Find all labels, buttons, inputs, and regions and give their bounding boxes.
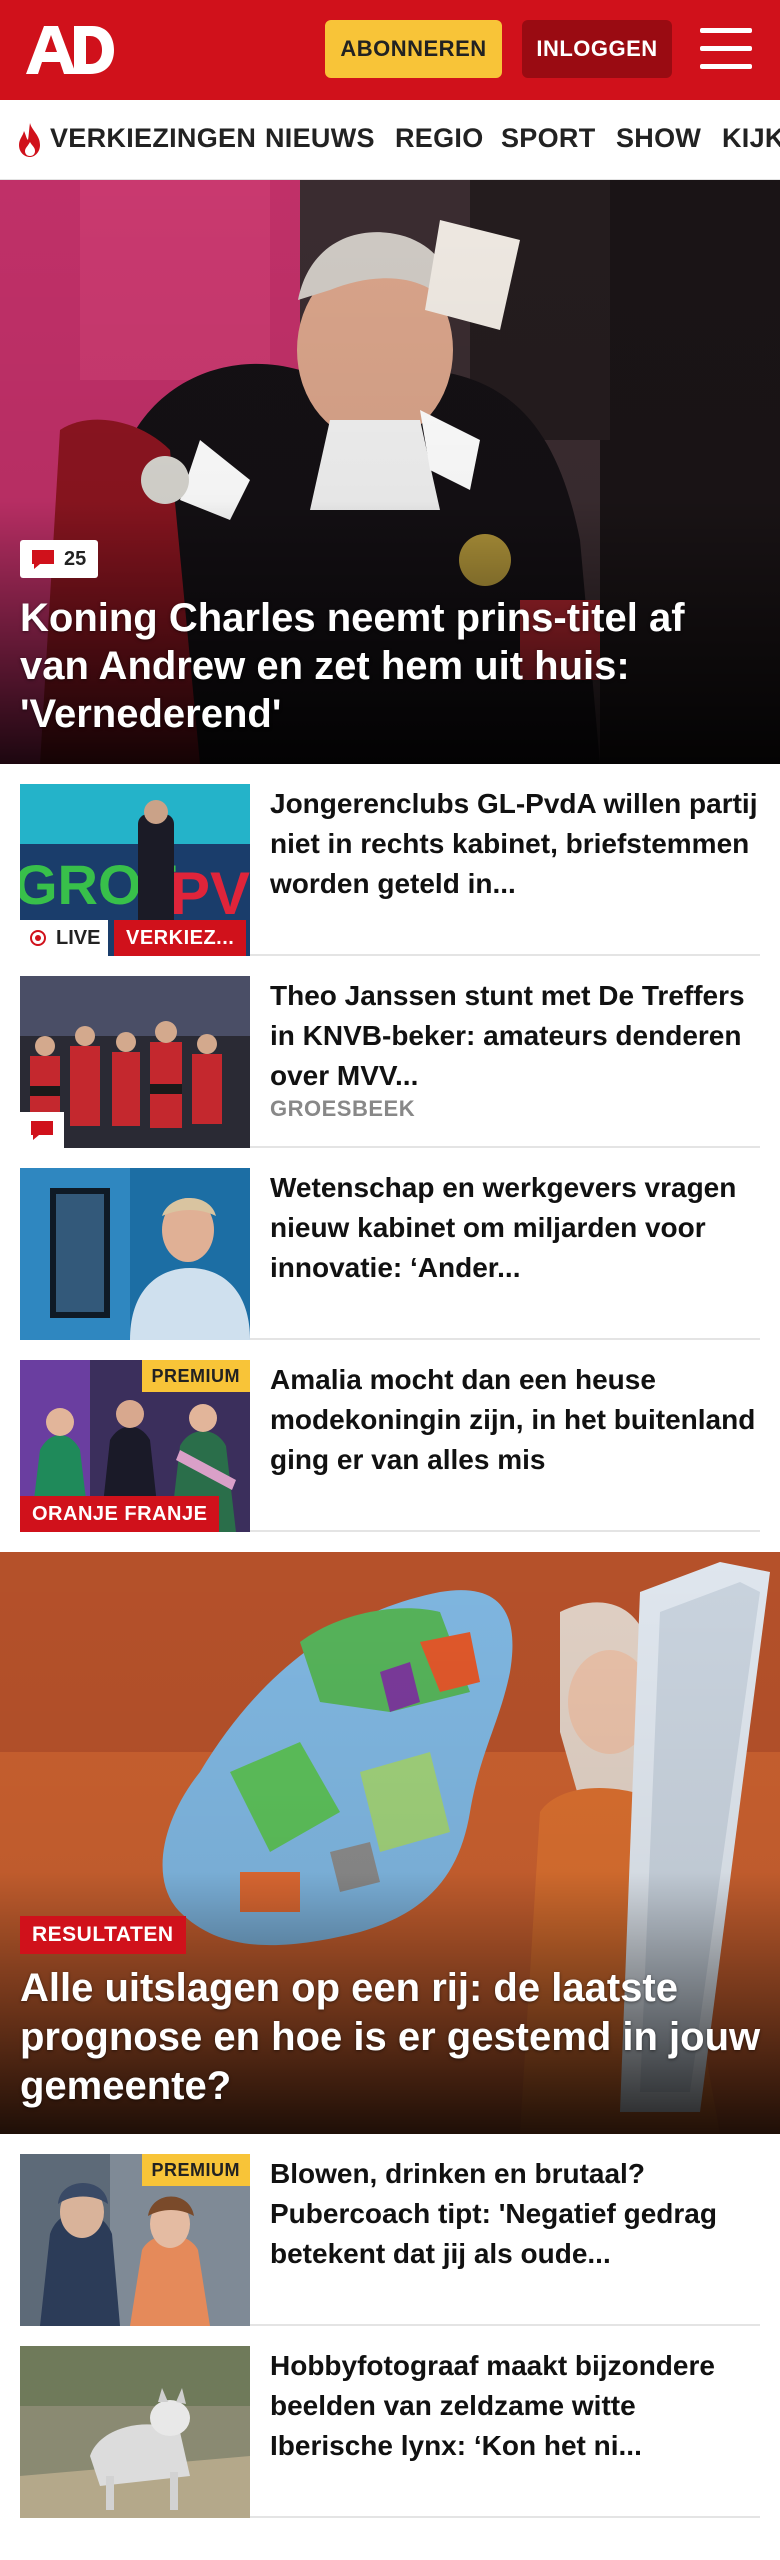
article-title[interactable]: Hobbyfotograaf maakt bijzondere beelden … [270,2346,760,2466]
top-header: ABONNEREN INLOGGEN [0,0,780,100]
article-thumbnail [20,2346,250,2518]
article-location: GROESBEEK [270,1096,416,1121]
list-item[interactable]: PREMIUM ORANJE FRANJE Amalia mocht dan e… [20,1340,760,1532]
list-item[interactable]: PREMIUM Blowen, drinken en brutaal? Pube… [20,2134,760,2326]
comment-count-badge: 25 [20,540,99,578]
live-badge: LIVE [20,920,109,956]
ad-logo[interactable] [24,22,116,78]
nav-item-verkiezingen[interactable]: VERKIEZINGEN [50,123,256,154]
results-tag: RESULTATEN [20,1916,186,1954]
article-thumbnail: PREMIUM [20,2154,250,2326]
login-button[interactable]: INLOGGEN [522,20,672,78]
nav-item-show[interactable]: SHOW [616,123,701,154]
premium-badge: PREMIUM [141,2154,250,2186]
list-item[interactable]: Hobbyfotograaf maakt bijzondere beelden … [20,2326,760,2518]
nav-item-nieuws[interactable]: NIEUWS [265,123,375,154]
feature-article[interactable]: RESULTATEN Alle uitslagen op een rij: de… [0,1552,780,2134]
live-dot-icon [30,930,46,946]
nav-item-regio[interactable]: REGIO [395,123,484,154]
nav-item-sport[interactable]: SPORT [501,123,596,154]
category-tag: ORANJE FRANJE [20,1496,220,1532]
comment-icon [32,550,54,569]
article-title[interactable]: Wetenschap en werkgevers vragen nieuw ka… [270,1168,760,1288]
category-tag: VERKIEZ... [114,920,247,956]
article-thumbnail [20,1168,250,1340]
hamburger-menu-icon[interactable] [700,26,752,72]
article-thumbnail: PREMIUM ORANJE FRANJE [20,1360,250,1532]
hero-title[interactable]: Koning Charles neemt prins-titel af van … [20,594,760,738]
article-title[interactable]: Jongerenclubs GL-PvdA willen partij niet… [270,784,760,904]
article-title[interactable]: Amalia mocht dan een heuse modekoningin … [270,1360,760,1480]
article-title[interactable]: Theo Janssen stunt met De Treffers in KN… [270,976,760,1096]
thumbnail-image [20,1168,250,1340]
section-nav: VERKIEZINGEN NIEUWS REGIO SPORT SHOW KIJ… [0,100,780,180]
flame-icon [19,123,40,157]
thumbnail-image [20,2346,250,2518]
list-item[interactable]: GROE PV LIVE VERKIEZ... Jongerenclubs GL… [20,764,760,956]
comment-count: 25 [64,547,87,570]
comment-icon [31,1121,53,1140]
live-label: LIVE [56,927,101,949]
article-title[interactable]: Blowen, drinken en brutaal? Pubercoach t… [270,2154,760,2274]
hero-article[interactable]: 25 Koning Charles neemt prins-titel af v… [0,180,780,764]
feature-title[interactable]: Alle uitslagen op een rij: de laatste pr… [20,1964,765,2111]
subscribe-button[interactable]: ABONNEREN [325,20,502,78]
svg-text:PV: PV [170,860,250,927]
list-item[interactable]: Wetenschap en werkgevers vragen nieuw ka… [20,1148,760,1340]
comment-indicator [20,1112,64,1148]
article-thumbnail [20,976,250,1148]
nav-item-kijk[interactable]: KIJK [722,123,780,154]
list-item[interactable]: Theo Janssen stunt met De Treffers in KN… [20,956,760,1148]
article-thumbnail: GROE PV LIVE VERKIEZ... [20,784,250,956]
premium-badge: PREMIUM [141,1360,250,1392]
